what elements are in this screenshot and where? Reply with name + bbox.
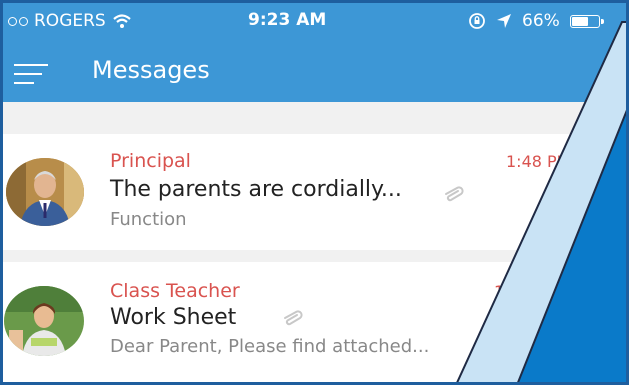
message-subject: Work Sheet	[110, 305, 237, 330]
status-time: 9:23 AM	[248, 10, 327, 30]
message-subject: The parents are cordially...	[110, 177, 402, 202]
message-preview: Dear Parent, Please find attached...	[110, 336, 430, 357]
message-item-class-teacher[interactable]: Class Teacher 1 Work Sheet Dear Parent, …	[0, 262, 629, 385]
page-title: Messages	[92, 56, 210, 84]
status-right: 66%	[468, 11, 604, 31]
attachment-clip-icon	[445, 186, 464, 202]
signal-dots-icon	[8, 16, 28, 26]
avatar-principal	[6, 158, 84, 226]
app-header: Messages	[0, 42, 629, 102]
location-arrow-icon	[497, 14, 511, 28]
message-list: Principal 1:48 PI The parents are cordia…	[0, 102, 629, 385]
sender-name: Principal	[110, 150, 191, 172]
message-time: 1	[494, 282, 505, 301]
hamburger-menu-icon[interactable]	[14, 62, 48, 86]
attachment-clip-icon	[284, 310, 303, 326]
message-time: 1:48 PI	[506, 152, 562, 171]
sender-name: Class Teacher	[110, 280, 240, 302]
message-preview: Function	[110, 209, 187, 230]
status-left: ROGERS	[8, 11, 132, 31]
battery-level	[571, 16, 588, 26]
battery-icon	[569, 14, 604, 28]
status-bar: ROGERS 9:23 AM 66%	[0, 0, 629, 42]
battery-cap	[600, 18, 604, 24]
avatar-class-teacher	[4, 286, 84, 356]
message-item-principal[interactable]: Principal 1:48 PI The parents are cordia…	[0, 134, 629, 250]
orientation-lock-icon	[469, 13, 485, 29]
carrier-name: ROGERS	[34, 11, 106, 31]
wifi-icon	[112, 14, 131, 28]
battery-percent: 66%	[522, 11, 560, 31]
